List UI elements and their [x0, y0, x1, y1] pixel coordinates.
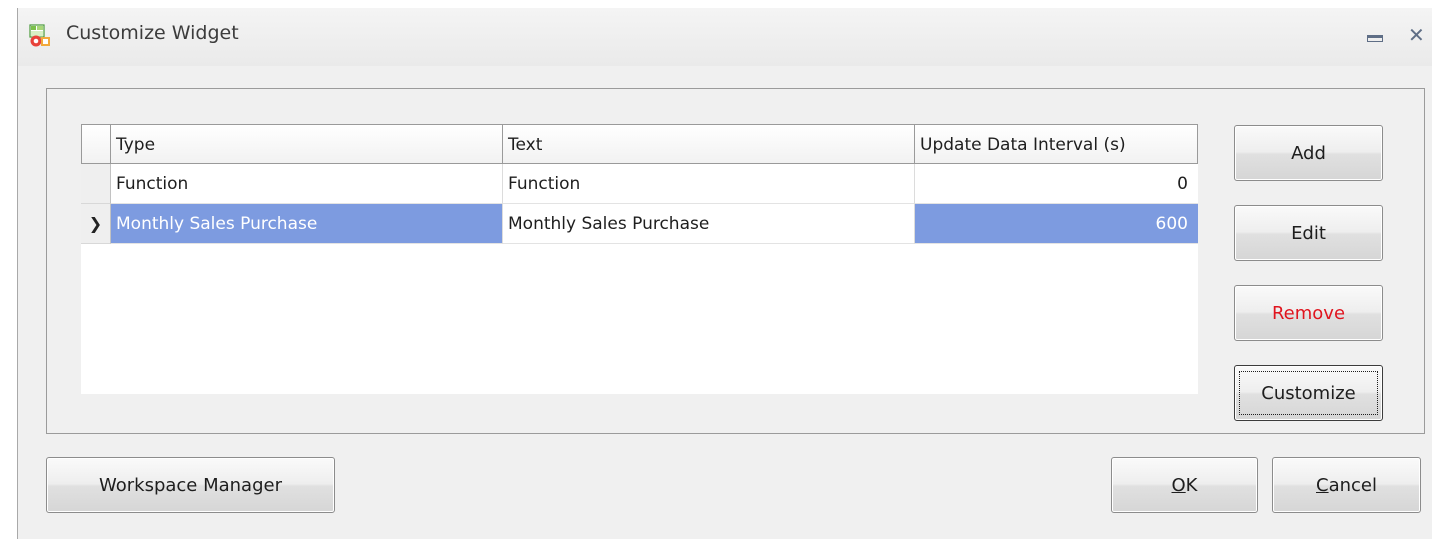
column-header-type[interactable]: Type: [111, 124, 503, 164]
widget-app-icon: [29, 24, 50, 47]
edit-button-label: Edit: [1291, 223, 1326, 244]
cell-type[interactable]: Monthly Sales Purchase: [111, 204, 503, 244]
remove-button-label: Remove: [1271, 303, 1346, 324]
row-indicator[interactable]: ❯: [81, 204, 111, 244]
row-indicator[interactable]: [81, 164, 111, 204]
close-icon[interactable]: ✕: [1408, 24, 1425, 46]
ok-label-rest: K: [1185, 475, 1198, 496]
cell-update-interval[interactable]: 0: [915, 164, 1198, 204]
cancel-mnemonic: C: [1316, 475, 1329, 496]
customize-button-label: Customize: [1239, 371, 1378, 415]
title-bar[interactable]: Customize Widget ✕: [18, 8, 1432, 66]
cancel-button[interactable]: Cancel: [1272, 457, 1421, 513]
customize-button[interactable]: Customize: [1234, 365, 1383, 421]
grid-header-row: Type Text Update Data Interval (s): [81, 124, 1198, 164]
grid-header-indicator[interactable]: [81, 124, 111, 164]
cell-type[interactable]: Function: [111, 164, 503, 204]
cancel-label-rest: ancel: [1328, 475, 1377, 496]
add-button-label: Add: [1291, 143, 1326, 164]
cancel-button-label: Cancel: [1273, 458, 1420, 514]
column-header-update-interval[interactable]: Update Data Interval (s): [915, 124, 1198, 164]
ok-button[interactable]: OK: [1111, 457, 1258, 513]
chevron-right-icon: ❯: [88, 214, 103, 233]
grid-row-selected[interactable]: ❯ Monthly Sales Purchase Monthly Sales P…: [81, 204, 1198, 244]
cell-text[interactable]: Monthly Sales Purchase: [503, 204, 915, 244]
column-header-text[interactable]: Text: [503, 124, 915, 164]
customize-widget-dialog: Customize Widget ✕ Type Text Update Data…: [17, 8, 1432, 539]
remove-button[interactable]: Remove: [1234, 285, 1383, 341]
cell-update-interval[interactable]: 600: [915, 204, 1198, 244]
ok-mnemonic: O: [1171, 475, 1186, 496]
add-button[interactable]: Add: [1234, 125, 1383, 181]
widget-grid[interactable]: Type Text Update Data Interval (s) Funct…: [81, 124, 1198, 394]
ok-button-label: OK: [1112, 458, 1257, 514]
workspace-manager-label: Workspace Manager: [98, 475, 282, 496]
dialog-title: Customize Widget: [66, 22, 239, 44]
minimize-icon[interactable]: [1367, 35, 1383, 42]
workspace-manager-button[interactable]: Workspace Manager: [46, 457, 335, 513]
grid-row[interactable]: Function Function 0: [81, 164, 1198, 204]
edit-button[interactable]: Edit: [1234, 205, 1383, 261]
cell-text[interactable]: Function: [503, 164, 915, 204]
